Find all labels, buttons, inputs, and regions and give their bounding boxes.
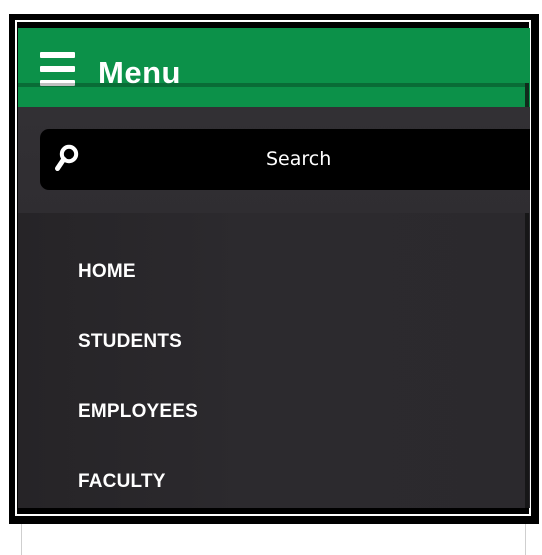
menu-header[interactable]: Menu: [18, 28, 530, 107]
search-label[interactable]: Search: [266, 145, 386, 173]
hamburger-line-top: [40, 52, 75, 58]
menu-item-faculty[interactable]: FACULTY: [78, 465, 166, 499]
menu-list: HOME STUDENTS EMPLOYEES FACULTY: [18, 213, 525, 508]
menu-item-students[interactable]: STUDENTS: [78, 325, 182, 359]
page-stage: Menu Search HOME STUDENTS EMPLOYEES FACU…: [0, 0, 542, 555]
search-input[interactable]: Search: [40, 129, 530, 190]
hamburger-icon[interactable]: [40, 52, 75, 86]
navigation-menu: Menu Search HOME STUDENTS EMPLOYEES FACU…: [18, 28, 530, 508]
header-shadow: [18, 83, 525, 87]
menu-item-employees[interactable]: EMPLOYEES: [78, 395, 198, 429]
hamburger-line-middle: [40, 66, 75, 72]
menu-item-home[interactable]: HOME: [78, 255, 136, 289]
search-icon[interactable]: [55, 144, 79, 172]
